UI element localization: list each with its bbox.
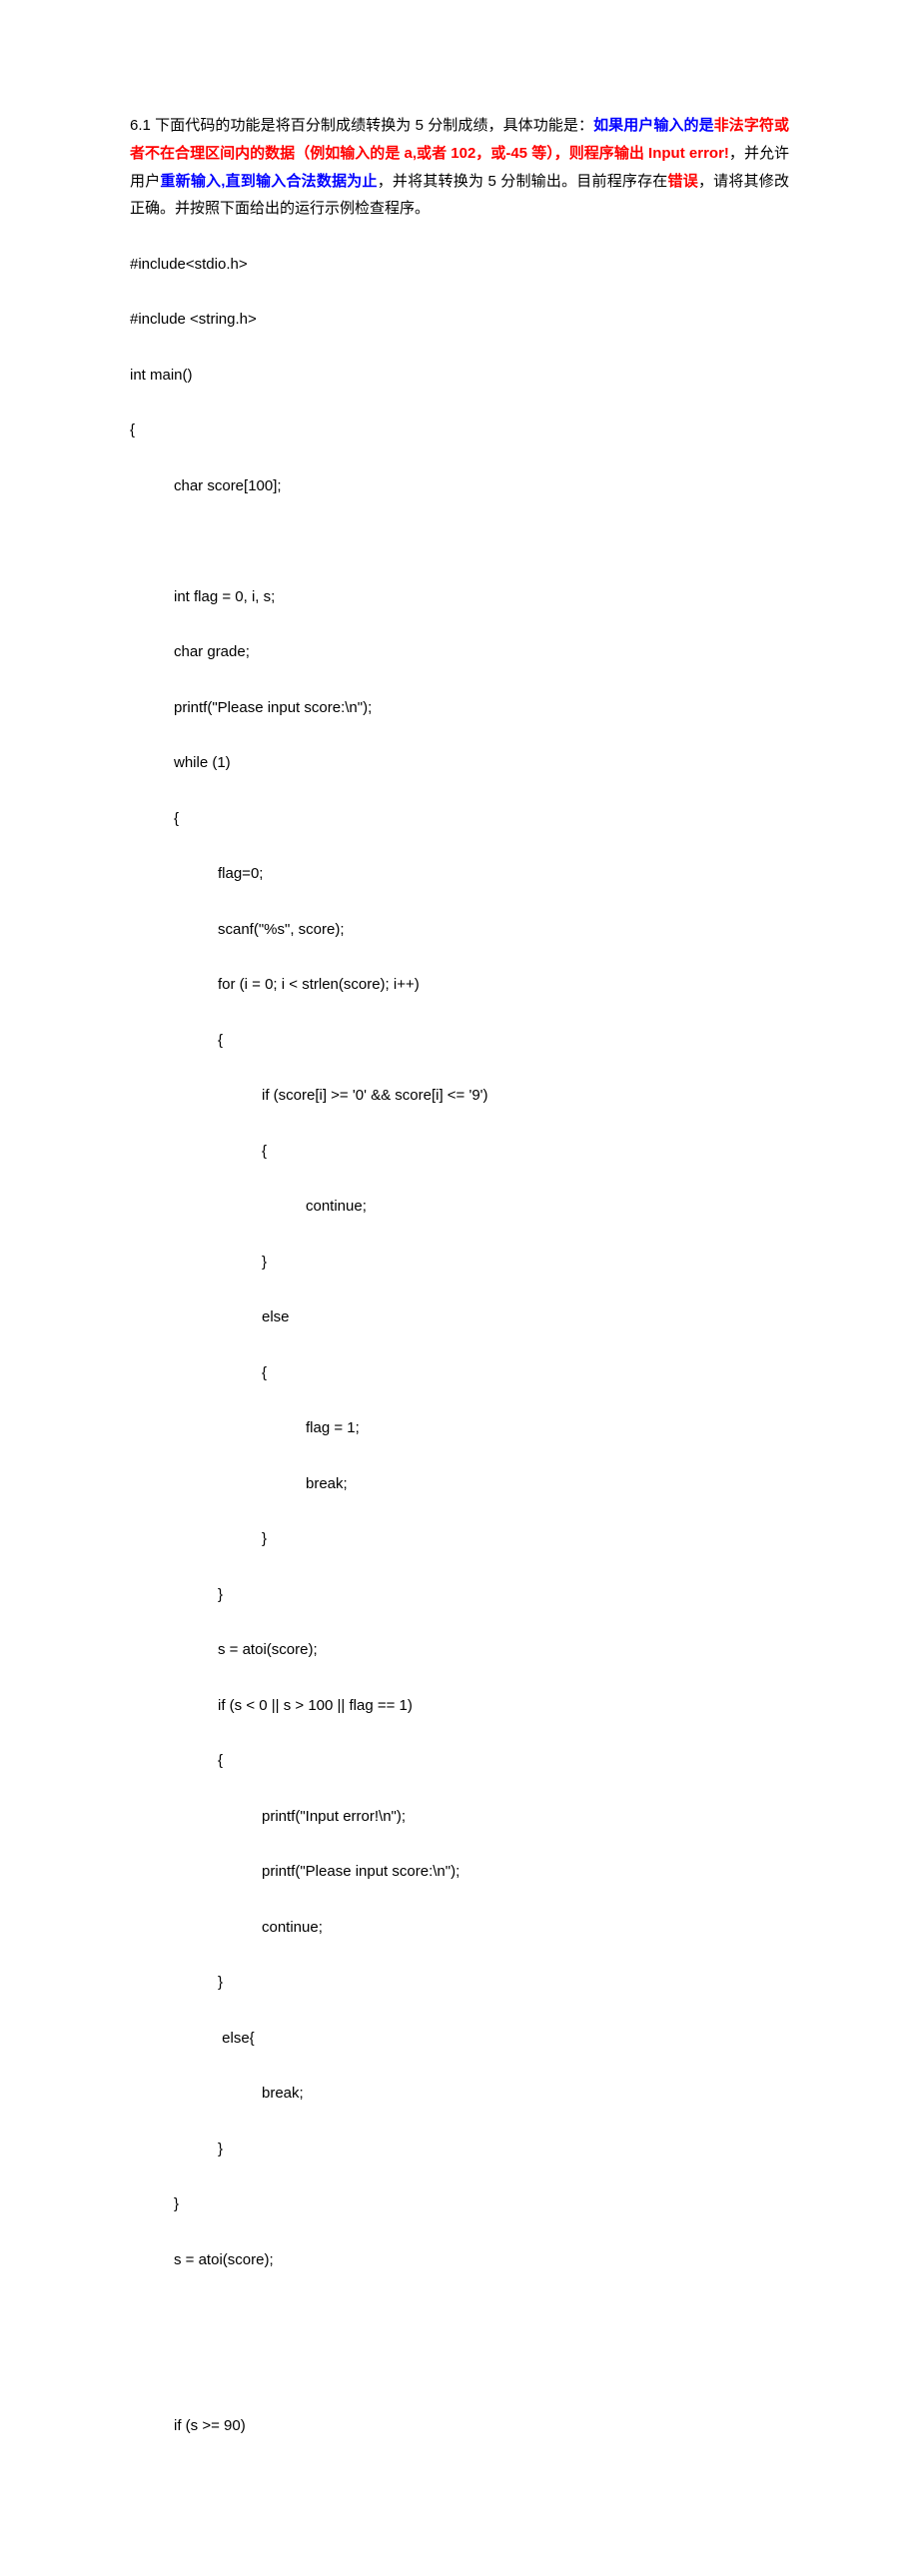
code-line: }: [130, 1969, 789, 1997]
intro-text-1: 6.1 下面代码的功能是将百分制成绩转换为 5 分制成绩，具体功能是：: [130, 117, 593, 134]
code-line: {: [130, 1747, 789, 1775]
code-line: break;: [130, 2080, 789, 2108]
code-line: }: [130, 2190, 789, 2218]
code-line: continue;: [130, 1193, 789, 1221]
code-line: s = atoi(score);: [130, 2246, 789, 2274]
code-line: flag=0;: [130, 860, 789, 888]
code-line: }: [130, 2136, 789, 2163]
code-line: if (score[i] >= '0' && score[i] <= '9'): [130, 1082, 789, 1110]
code-line: else: [130, 1303, 789, 1331]
code-line: {: [130, 805, 789, 833]
code-line: #include <string.h>: [130, 306, 789, 334]
code-line: if (s < 0 || s > 100 || flag == 1): [130, 1692, 789, 1720]
code-line: break;: [130, 1470, 789, 1498]
document-page: 6.1 下面代码的功能是将百分制成绩转换为 5 分制成绩，具体功能是：如果用户输…: [0, 0, 919, 2576]
code-line: for (i = 0; i < strlen(score); i++): [130, 971, 789, 999]
code-line: char grade;: [130, 638, 789, 666]
code-line: printf("Please input score:\n");: [130, 694, 789, 722]
code-line: continue;: [130, 1914, 789, 1942]
code-line: {: [130, 1138, 789, 1166]
code-line: {: [130, 417, 789, 444]
code-line: #include<stdio.h>: [130, 251, 789, 279]
code-line: int flag = 0, i, s;: [130, 583, 789, 611]
code-line: scanf("%s", score);: [130, 916, 789, 944]
code-line: {: [130, 1027, 789, 1055]
code-line: printf("Please input score:\n");: [130, 1858, 789, 1886]
code-line: else{: [130, 2025, 789, 2053]
code-line: }: [130, 1249, 789, 1277]
blank-line: [130, 527, 789, 555]
code-line: printf("Input error!\n");: [130, 1803, 789, 1831]
blank-line: [130, 2301, 789, 2329]
code-line: s = atoi(score);: [130, 1636, 789, 1664]
code-line: while (1): [130, 749, 789, 777]
code-line: if (s >= 90): [130, 2412, 789, 2440]
blank-line: [130, 2357, 789, 2385]
code-line: }: [130, 1581, 789, 1609]
intro-text-5: 重新输入,直到输入合法数据为止: [160, 173, 377, 190]
code-line: flag = 1;: [130, 1414, 789, 1442]
problem-description: 6.1 下面代码的功能是将百分制成绩转换为 5 分制成绩，具体功能是：如果用户输…: [130, 112, 789, 223]
intro-text-2: 如果用户输入的是: [593, 117, 714, 134]
intro-text-7: 错误: [668, 173, 698, 190]
code-line: int main(): [130, 362, 789, 390]
code-line: }: [130, 1525, 789, 1553]
code-line: char score[100];: [130, 472, 789, 500]
code-line: {: [130, 1359, 789, 1387]
code-block: #include<stdio.h> #include <string.h> in…: [130, 223, 789, 2496]
intro-text-6: ，并将其转换为 5 分制输出。目前程序存在: [378, 173, 668, 190]
